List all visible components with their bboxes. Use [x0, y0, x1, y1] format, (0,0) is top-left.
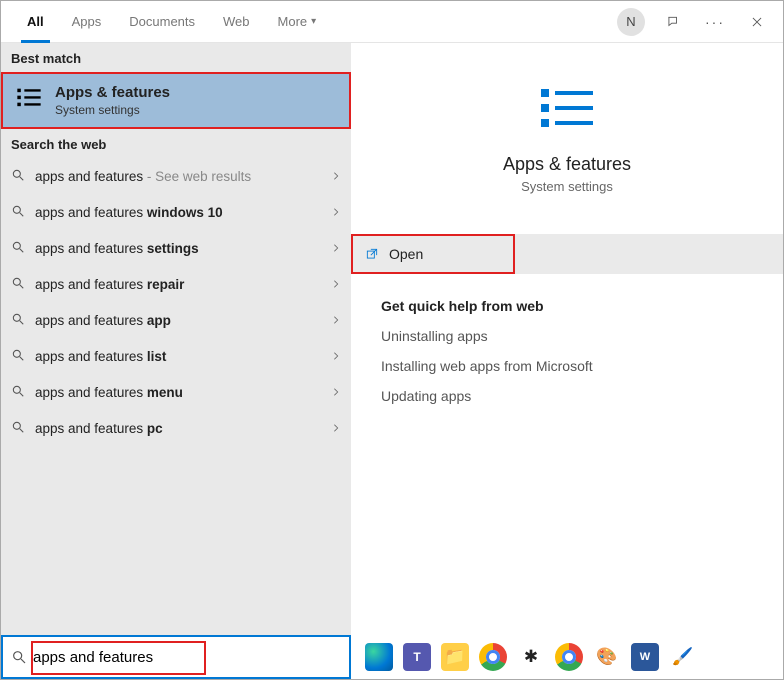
- search-icon: [11, 312, 25, 329]
- tab-more-label: More: [278, 14, 308, 29]
- tab-all[interactable]: All: [13, 1, 58, 43]
- results-panel: Best match Apps & features System settin…: [1, 43, 351, 679]
- close-icon[interactable]: [743, 8, 771, 36]
- web-result-text: apps and features windows 10: [35, 205, 321, 220]
- top-tab-bar: All Apps Documents Web More▾ N ···: [1, 1, 783, 43]
- taskbar-app-slack[interactable]: ✱: [517, 643, 545, 671]
- search-icon: [11, 649, 27, 665]
- open-button[interactable]: Open: [351, 234, 515, 274]
- web-result-item[interactable]: apps and features windows 10: [1, 194, 351, 230]
- chevron-right-icon: [331, 204, 341, 220]
- web-result-text: apps and features menu: [35, 385, 321, 400]
- search-icon: [11, 384, 25, 401]
- best-match-label: Best match: [1, 43, 351, 72]
- help-link[interactable]: Updating apps: [381, 388, 753, 404]
- tab-documents[interactable]: Documents: [115, 1, 209, 43]
- help-title: Get quick help from web: [381, 298, 753, 314]
- content-columns: Best match Apps & features System settin…: [1, 43, 783, 679]
- search-icon: [11, 276, 25, 293]
- preview-panel: Apps & features System settings Open Get…: [351, 43, 783, 679]
- web-result-item[interactable]: apps and features app: [1, 302, 351, 338]
- taskbar-app-teams[interactable]: T: [403, 643, 431, 671]
- search-icon: [11, 420, 25, 437]
- chevron-right-icon: [331, 240, 341, 256]
- chevron-right-icon: [331, 348, 341, 364]
- web-result-text: apps and features repair: [35, 277, 321, 292]
- taskbar-app-paint[interactable]: 🖌️: [669, 643, 697, 671]
- list-icon: [537, 83, 597, 136]
- open-external-icon: [365, 247, 379, 261]
- taskbar-app-edge[interactable]: [365, 643, 393, 671]
- web-result-text: apps and features app: [35, 313, 321, 328]
- best-match-title: Apps & features: [55, 84, 170, 101]
- preview-title: Apps & features: [351, 154, 783, 175]
- taskbar-app-snagit[interactable]: 🎨: [593, 643, 621, 671]
- window-frame: All Apps Documents Web More▾ N ··· Best …: [0, 0, 784, 680]
- taskbar: T 📁 ✱ 🎨 W 🖌️: [351, 635, 783, 679]
- open-label: Open: [389, 246, 423, 262]
- web-result-item[interactable]: apps and features pc: [1, 410, 351, 446]
- chevron-down-icon: ▾: [311, 16, 316, 27]
- search-icon: [11, 240, 25, 257]
- more-options-icon[interactable]: ···: [701, 8, 729, 36]
- web-result-item[interactable]: apps and features repair: [1, 266, 351, 302]
- help-link[interactable]: Uninstalling apps: [381, 328, 753, 344]
- tab-more[interactable]: More▾: [264, 1, 331, 43]
- web-results-list: apps and features - See web results apps …: [1, 158, 351, 679]
- web-result-text: apps and features settings: [35, 241, 321, 256]
- chevron-right-icon: [331, 168, 341, 184]
- help-link[interactable]: Installing web apps from Microsoft: [381, 358, 753, 374]
- chevron-right-icon: [331, 276, 341, 292]
- preview-subtitle: System settings: [351, 179, 783, 194]
- chevron-right-icon: [331, 384, 341, 400]
- list-icon: [15, 84, 43, 115]
- web-result-item[interactable]: apps and features list: [1, 338, 351, 374]
- taskbar-app-file-explorer[interactable]: 📁: [441, 643, 469, 671]
- chevron-right-icon: [331, 312, 341, 328]
- web-result-text: apps and features - See web results: [35, 169, 321, 184]
- open-action-row: Open: [351, 234, 783, 274]
- search-box[interactable]: [1, 635, 351, 679]
- chevron-right-icon: [331, 420, 341, 436]
- tab-apps[interactable]: Apps: [58, 1, 116, 43]
- bottom-bar: T 📁 ✱ 🎨 W 🖌️: [1, 635, 783, 679]
- web-result-text: apps and features pc: [35, 421, 321, 436]
- taskbar-app-chrome[interactable]: [479, 643, 507, 671]
- best-match-subtitle: System settings: [55, 103, 170, 117]
- best-match-result[interactable]: Apps & features System settings: [1, 72, 351, 129]
- search-icon: [11, 348, 25, 365]
- user-avatar[interactable]: N: [617, 8, 645, 36]
- web-result-item[interactable]: apps and features - See web results: [1, 158, 351, 194]
- tab-web[interactable]: Web: [209, 1, 264, 43]
- search-icon: [11, 204, 25, 221]
- search-input[interactable]: [33, 649, 341, 666]
- taskbar-app-word[interactable]: W: [631, 643, 659, 671]
- feedback-icon[interactable]: [659, 8, 687, 36]
- web-result-item[interactable]: apps and features menu: [1, 374, 351, 410]
- search-web-label: Search the web: [1, 129, 351, 158]
- search-icon: [11, 168, 25, 185]
- taskbar-app-chrome-2[interactable]: [555, 643, 583, 671]
- web-result-text: apps and features list: [35, 349, 321, 364]
- web-result-item[interactable]: apps and features settings: [1, 230, 351, 266]
